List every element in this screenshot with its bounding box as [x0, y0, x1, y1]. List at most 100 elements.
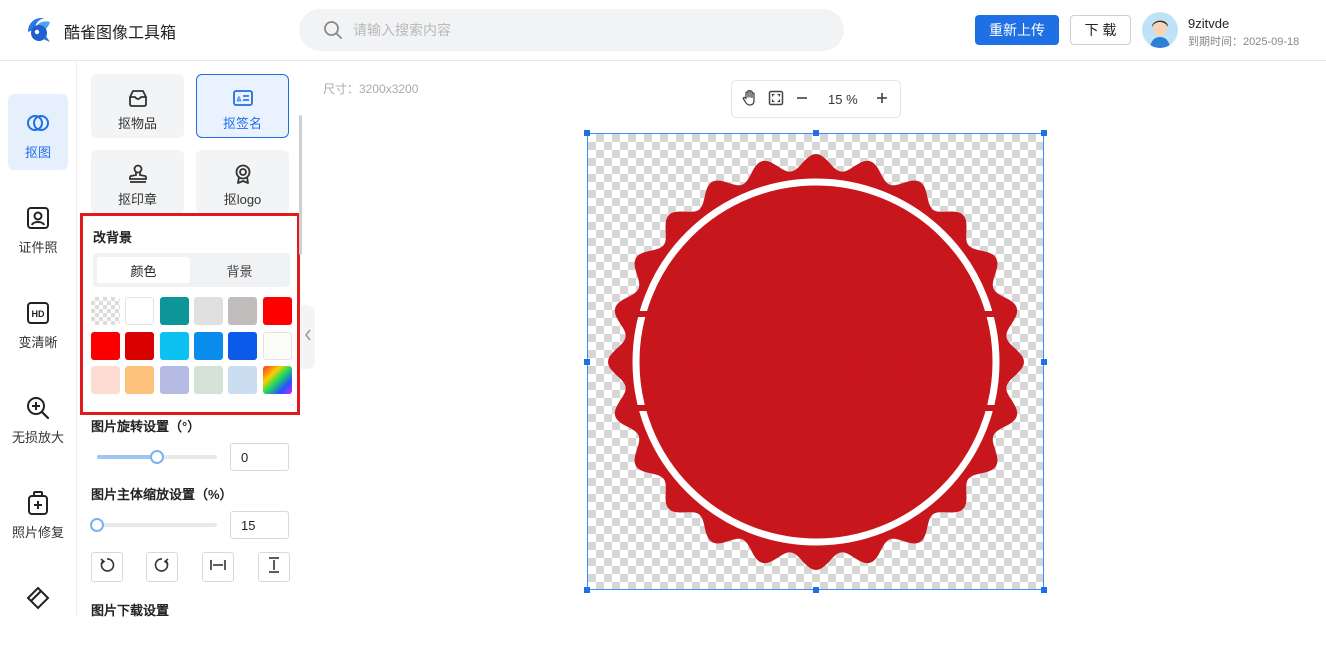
crown-base	[801, 301, 831, 306]
zoom-in-icon	[25, 395, 51, 421]
resize-handle[interactable]	[1041, 587, 1047, 593]
nav-item-id-photo[interactable]: 证件照	[8, 189, 68, 265]
id-photo-icon	[25, 205, 51, 231]
tool-label: 抠物品	[117, 116, 157, 131]
resize-handle[interactable]	[1041, 359, 1047, 365]
color-swatch[interactable]	[91, 331, 120, 360]
scale-slider[interactable]	[90, 518, 217, 532]
color-swatch[interactable]	[125, 331, 155, 360]
image-canvas[interactable]: TOP SECRET TOP SECRET CLASSIFIED	[584, 130, 1047, 593]
nav-label: 无损放大	[11, 430, 64, 445]
resize-handle[interactable]	[584, 587, 590, 593]
nav-item-cutout[interactable]: 抠图	[8, 94, 68, 170]
reupload-button[interactable]: 重新上传	[975, 15, 1059, 45]
nav-label: 证件照	[18, 240, 58, 255]
color-swatch[interactable]	[228, 366, 258, 394]
collapse-panel-button[interactable]	[301, 305, 315, 369]
tool-panel: 抠物品 & 抠签名 抠印章 抠logo 改背景 颜色 背景 图片旋转设置（°） …	[77, 61, 305, 618]
user-name: 9zitvde	[1188, 16, 1230, 31]
flip-horizontal-button[interactable]	[202, 552, 234, 582]
rotation-slider[interactable]	[97, 450, 217, 464]
chevron-left-icon	[304, 328, 312, 346]
rotation-slider-thumb[interactable]	[150, 450, 164, 464]
top-bar: 酷雀图像工具箱 重新上传 下 载 9zitvde 到期时间：2025-09-18	[0, 0, 1326, 61]
download-button[interactable]: 下 载	[1070, 15, 1131, 45]
tab-color[interactable]: 颜色	[97, 257, 190, 283]
hand-icon	[741, 89, 759, 112]
rotation-input[interactable]: 0	[230, 443, 289, 471]
scale-slider-thumb[interactable]	[90, 518, 104, 532]
flip-vertical-button[interactable]	[258, 552, 290, 582]
svg-text:&: &	[236, 97, 241, 104]
color-swatch[interactable]	[228, 297, 258, 325]
tool-cutout-signature[interactable]: & 抠签名	[196, 74, 289, 138]
tool-cutout-logo[interactable]: 抠logo	[196, 150, 289, 214]
change-background-title: 改背景	[93, 230, 133, 245]
tool-cutout-object[interactable]: 抠物品	[91, 74, 184, 138]
minus-icon	[796, 91, 808, 109]
resize-handle[interactable]	[1041, 130, 1047, 136]
zoom-level: 15 %	[828, 92, 858, 107]
download-settings-label: 图片下载设置	[91, 603, 170, 618]
signature-icon: &	[232, 88, 254, 108]
color-swatch[interactable]	[159, 297, 189, 325]
zoom-in-button[interactable]	[872, 90, 892, 110]
rotation-label: 图片旋转设置（°）	[91, 419, 201, 434]
scale-input[interactable]: 15	[230, 511, 289, 539]
app-title: 酷雀图像工具箱	[64, 25, 177, 42]
logo-icon	[232, 164, 254, 184]
image-size-label: 尺寸：3200x3200	[323, 82, 419, 96]
nav-label: 抠图	[24, 145, 51, 160]
rotate-right-button[interactable]	[146, 552, 178, 582]
swatch-custom-color[interactable]	[262, 366, 292, 394]
stamp-icon	[127, 164, 149, 184]
rotate-right-icon	[154, 557, 170, 578]
nav-label: 变清晰	[18, 335, 58, 350]
tool-cutout-stamp[interactable]: 抠印章	[91, 150, 184, 214]
flip-horizontal-icon	[209, 557, 227, 578]
cutout-icon	[25, 110, 51, 136]
left-nav: 抠图 证件照 HD 变清晰 无损放大 照片修复	[0, 61, 77, 616]
color-swatch[interactable]	[125, 297, 155, 325]
tab-background[interactable]: 背景	[193, 257, 286, 283]
search-bar[interactable]	[299, 9, 844, 51]
svg-text:HD: HD	[32, 309, 45, 319]
resize-handle[interactable]	[813, 130, 819, 136]
color-swatch[interactable]	[159, 331, 189, 360]
resize-handle[interactable]	[813, 587, 819, 593]
nav-item-enhance[interactable]: HD 变清晰	[8, 284, 68, 360]
color-swatch[interactable]	[91, 366, 120, 394]
fit-screen-button[interactable]	[766, 90, 786, 110]
app-logo-icon[interactable]	[24, 14, 54, 44]
flip-vertical-icon	[266, 556, 282, 579]
rotation-slider-fill	[97, 455, 157, 459]
avatar[interactable]	[1142, 12, 1178, 48]
hd-icon: HD	[25, 300, 51, 326]
tool-label: 抠logo	[223, 192, 262, 207]
eraser-icon	[25, 585, 51, 611]
search-icon	[323, 20, 343, 40]
pan-button[interactable]	[740, 89, 760, 112]
color-swatch[interactable]	[262, 331, 292, 360]
user-expiry: 到期时间：2025-09-18	[1188, 36, 1300, 48]
resize-handle[interactable]	[584, 130, 590, 136]
panel-scrollbar[interactable]	[299, 115, 302, 255]
nav-item-photo-repair[interactable]: 照片修复	[8, 474, 68, 550]
nav-item-eraser[interactable]	[8, 569, 68, 645]
swatch-transparent[interactable]	[91, 297, 120, 325]
color-swatch[interactable]	[193, 297, 223, 325]
zoom-toolbar: 15 %	[731, 80, 901, 118]
nav-item-upscale[interactable]: 无损放大	[8, 379, 68, 455]
scale-label: 图片主体缩放设置（%）	[91, 487, 233, 502]
color-swatch[interactable]	[193, 331, 223, 360]
search-input[interactable]	[353, 19, 823, 41]
color-swatch[interactable]	[228, 331, 258, 360]
background-mode-tabs: 颜色 背景	[93, 253, 290, 287]
color-swatch[interactable]	[159, 366, 189, 394]
color-swatch[interactable]	[193, 366, 223, 394]
color-swatch[interactable]	[125, 366, 155, 394]
zoom-out-button[interactable]	[792, 90, 812, 110]
rotate-left-button[interactable]	[91, 552, 123, 582]
resize-handle[interactable]	[584, 359, 590, 365]
color-swatch[interactable]	[262, 297, 292, 325]
